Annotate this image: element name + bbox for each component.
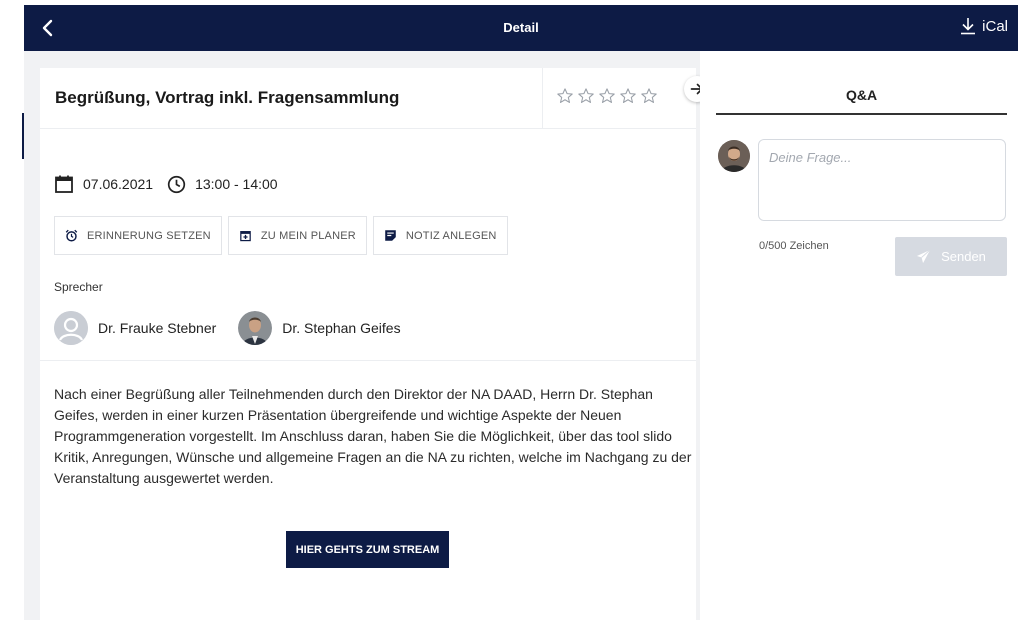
user-placeholder-icon bbox=[54, 311, 88, 345]
set-reminder-button[interactable]: ERINNERUNG SETZEN bbox=[54, 216, 222, 255]
session-header: Begrüßung, Vortrag inkl. Fragensammlung bbox=[40, 68, 696, 129]
add-to-planner-button[interactable]: ZU MEIN PLANER bbox=[227, 216, 367, 255]
note-icon bbox=[385, 230, 396, 241]
speaker-name: Dr. Frauke Stebner bbox=[98, 320, 217, 336]
avatar bbox=[54, 311, 88, 345]
star-icon[interactable] bbox=[598, 87, 616, 105]
session-card: Begrüßung, Vortrag inkl. Fragensammlung … bbox=[40, 68, 696, 620]
send-label: Senden bbox=[941, 249, 986, 264]
session-time: 13:00 - 14:00 bbox=[195, 176, 278, 192]
alarm-clock-icon bbox=[65, 229, 78, 242]
ical-button[interactable]: iCal bbox=[960, 17, 1008, 35]
send-button[interactable]: Senden bbox=[895, 237, 1007, 276]
star-icon[interactable] bbox=[556, 87, 574, 105]
avatar bbox=[718, 140, 750, 172]
character-counter: 0/500 Zeichen bbox=[759, 240, 829, 252]
paper-plane-icon bbox=[917, 249, 931, 264]
top-bar: Detail iCal bbox=[24, 5, 1018, 51]
speaker-list: Dr. Frauke Stebner Dr. Stephan Geifes bbox=[54, 311, 423, 345]
set-reminder-label: ERINNERUNG SETZEN bbox=[87, 229, 211, 242]
stream-button[interactable]: HIER GEHTS ZUM STREAM bbox=[286, 531, 449, 568]
session-title: Begrüßung, Vortrag inkl. Fragensammlung bbox=[55, 88, 400, 107]
avatar bbox=[238, 311, 273, 345]
left-accent-bar bbox=[22, 113, 24, 159]
speakers-heading: Sprecher bbox=[54, 280, 103, 294]
calendar-icon bbox=[55, 175, 73, 193]
question-input[interactable] bbox=[758, 139, 1006, 221]
star-rating[interactable] bbox=[556, 87, 658, 105]
add-to-planner-label: ZU MEIN PLANER bbox=[260, 229, 356, 242]
divider bbox=[542, 68, 543, 129]
speaker-photo bbox=[238, 311, 273, 345]
date-time-row: 07.06.2021 13:00 - 14:00 bbox=[54, 174, 278, 194]
session-date: 07.06.2021 bbox=[83, 176, 154, 192]
add-note-label: NOTIZ ANLEGEN bbox=[405, 229, 497, 242]
download-icon bbox=[961, 18, 976, 35]
action-buttons: ERINNERUNG SETZEN ZU MEIN PLANER NOTIZ A… bbox=[54, 216, 508, 255]
star-icon[interactable] bbox=[577, 87, 595, 105]
star-icon[interactable] bbox=[619, 87, 637, 105]
tab-qa[interactable]: Q&A bbox=[716, 79, 1007, 115]
page-title: Detail bbox=[503, 20, 539, 35]
divider bbox=[40, 360, 696, 361]
speaker-name: Dr. Stephan Geifes bbox=[282, 320, 401, 336]
star-icon[interactable] bbox=[640, 87, 658, 105]
speaker-item[interactable]: Dr. Stephan Geifes bbox=[238, 311, 401, 345]
add-note-button[interactable]: NOTIZ ANLEGEN bbox=[372, 216, 508, 255]
speaker-item[interactable]: Dr. Frauke Stebner bbox=[54, 311, 216, 345]
user-photo bbox=[718, 140, 750, 172]
ical-label: iCal bbox=[982, 17, 1008, 35]
qa-panel: Q&A 0/500 Zeichen Senden bbox=[700, 51, 1018, 620]
calendar-add-icon bbox=[240, 231, 251, 242]
session-description: Nach einer Begrüßung aller Teilnehmenden… bbox=[54, 386, 692, 486]
clock-icon bbox=[167, 175, 186, 193]
